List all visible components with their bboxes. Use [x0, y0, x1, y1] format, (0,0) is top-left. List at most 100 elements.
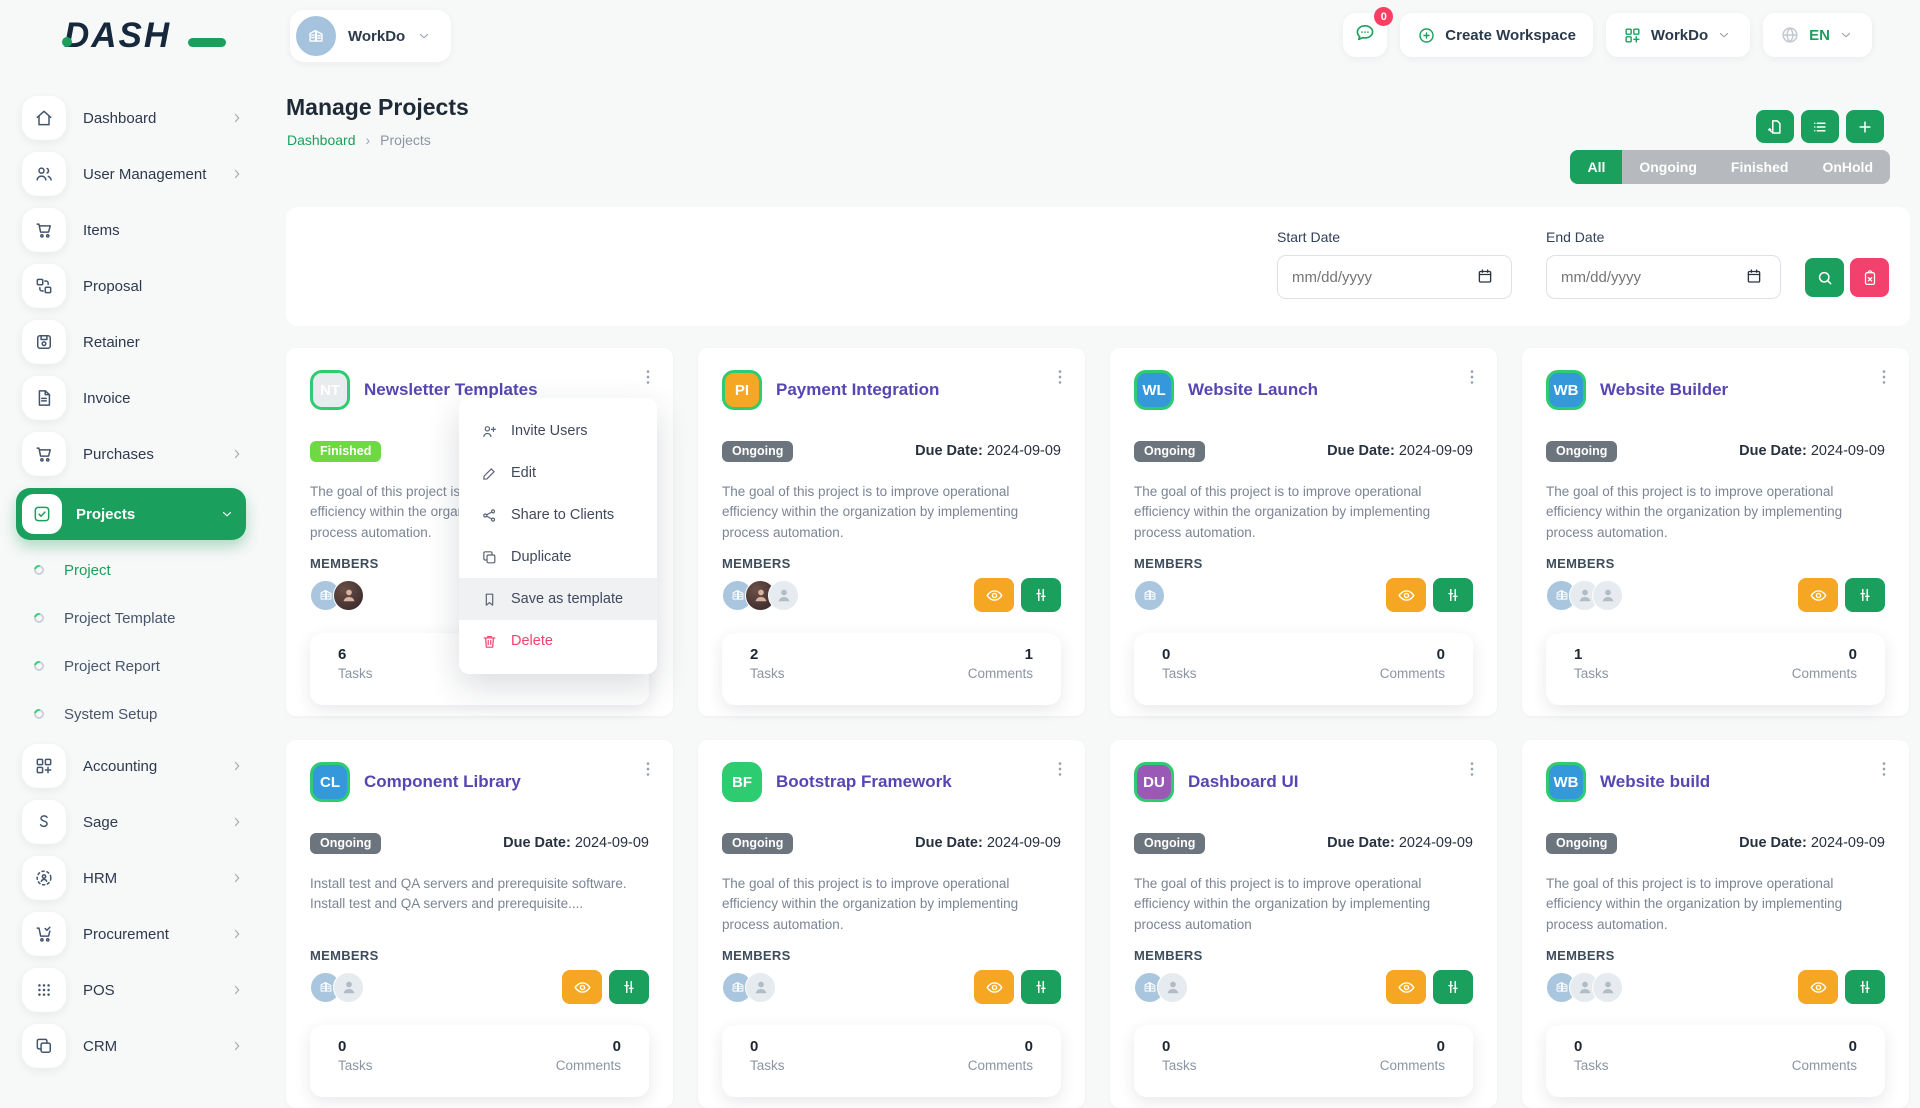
chevron-right-icon	[230, 111, 244, 125]
bullet-icon	[32, 611, 46, 625]
filter-tab-finished[interactable]: Finished	[1714, 150, 1806, 184]
sidebar-subitem-system-setup[interactable]: System Setup	[34, 694, 246, 734]
sidebar-submenu: Project Project Template Project Report Sys…	[0, 550, 260, 734]
progress-button[interactable]	[1021, 970, 1061, 1004]
project-title-link[interactable]: Website build	[1600, 772, 1710, 792]
progress-button[interactable]	[1845, 578, 1885, 612]
project-title-link[interactable]: Website Builder	[1600, 380, 1728, 400]
reset-filter-button[interactable]	[1850, 258, 1889, 297]
view-project-button[interactable]	[974, 970, 1014, 1004]
sidebar-subitem-project-report[interactable]: Project Report	[34, 646, 246, 686]
sidebar-item-label: Accounting	[83, 758, 230, 775]
sidebar-subitem-project[interactable]: Project	[34, 550, 246, 590]
menu-item-save-as-template[interactable]: Save as template	[459, 578, 657, 620]
project-description: Install test and QA servers and prerequi…	[310, 874, 649, 934]
sidebar-item-items[interactable]: Items	[22, 208, 246, 252]
create-workspace-button[interactable]: Create Workspace	[1400, 13, 1593, 57]
progress-button[interactable]	[1433, 578, 1473, 612]
plus-circle-icon	[1417, 26, 1436, 45]
comments-stat: 0Comments	[556, 1038, 621, 1097]
project-menu-button[interactable]	[1873, 364, 1895, 390]
project-title-link[interactable]: Bootstrap Framework	[776, 772, 952, 792]
messages-button[interactable]: 0	[1343, 13, 1387, 57]
workspace-switcher[interactable]: WorkDo	[290, 10, 451, 62]
language-dropdown[interactable]: EN	[1763, 13, 1872, 57]
sidebar-item-retainer[interactable]: Retainer	[22, 320, 246, 364]
sidebar-item-sage[interactable]: Sage	[22, 800, 246, 844]
member-avatars	[310, 972, 364, 1003]
progress-button[interactable]	[609, 970, 649, 1004]
menu-item-share-to-clients[interactable]: Share to Clients	[459, 494, 657, 536]
bullet-icon	[32, 563, 46, 577]
sidebar-item-dashboard[interactable]: Dashboard	[22, 96, 246, 140]
sidebar-item-pos[interactable]: POS	[22, 968, 246, 1012]
sidebar-item-user-management[interactable]: User Management	[22, 152, 246, 196]
sidebar-item-accounting[interactable]: Accounting	[22, 744, 246, 788]
project-card: WBWebsite buildOngoingDue Date: 2024-09-…	[1522, 740, 1909, 1108]
project-title-link[interactable]: Website Launch	[1188, 380, 1318, 400]
project-menu-button[interactable]	[1873, 756, 1895, 782]
sidebar-item-projects[interactable]: Projects	[16, 488, 246, 540]
progress-button[interactable]	[1021, 578, 1061, 612]
app-menu-dropdown[interactable]: WorkDo	[1606, 13, 1750, 57]
tasks-count: 0	[1162, 1038, 1197, 1055]
sidebar-item-proposal[interactable]: Proposal	[22, 264, 246, 308]
project-title-link[interactable]: Newsletter Templates	[364, 380, 538, 400]
view-project-button[interactable]	[1386, 578, 1426, 612]
view-project-button[interactable]	[1798, 578, 1838, 612]
template-button[interactable]	[1756, 110, 1794, 143]
member-avatar-placeholder	[768, 580, 799, 611]
project-menu-button[interactable]	[1049, 756, 1071, 782]
project-menu-button[interactable]	[1461, 756, 1483, 782]
search-button[interactable]	[1805, 258, 1844, 297]
chevron-down-icon	[220, 507, 234, 521]
comments-stat: 0Comments	[1792, 646, 1857, 705]
chevron-right-icon	[230, 447, 244, 461]
project-menu-button[interactable]	[637, 364, 659, 390]
progress-button[interactable]	[1433, 970, 1473, 1004]
sidebar-item-procurement[interactable]: Procurement	[22, 912, 246, 956]
project-title-link[interactable]: Payment Integration	[776, 380, 939, 400]
project-title-link[interactable]: Dashboard UI	[1188, 772, 1299, 792]
view-project-button[interactable]	[1386, 970, 1426, 1004]
project-menu-button[interactable]	[1049, 364, 1071, 390]
filter-tab-ongoing[interactable]: Ongoing	[1622, 150, 1714, 184]
list-view-button[interactable]	[1801, 110, 1839, 143]
tasks-label: Tasks	[1162, 1058, 1197, 1073]
sidebar-item-invoice[interactable]: Invoice	[22, 376, 246, 420]
add-project-button[interactable]	[1846, 110, 1884, 143]
project-description: The goal of this project is to improve o…	[1134, 482, 1473, 542]
progress-button[interactable]	[1845, 970, 1885, 1004]
member-avatars	[1134, 972, 1188, 1003]
comments-count: 0	[968, 1038, 1033, 1055]
menu-item-edit[interactable]: Edit	[459, 452, 657, 494]
sidebar-item-purchases[interactable]: Purchases	[22, 432, 246, 476]
tasks-stat: 0Tasks	[1574, 1038, 1609, 1097]
comments-stat: 0Comments	[968, 1038, 1033, 1097]
hrm-icon	[22, 856, 66, 900]
view-project-button[interactable]	[1798, 970, 1838, 1004]
start-date-input[interactable]	[1277, 255, 1512, 299]
comments-count: 0	[1380, 1038, 1445, 1055]
view-project-button[interactable]	[974, 578, 1014, 612]
sidebar-item-hrm[interactable]: HRM	[22, 856, 246, 900]
chevron-down-icon	[417, 29, 431, 43]
view-project-button[interactable]	[562, 970, 602, 1004]
filter-tab-onhold[interactable]: OnHold	[1805, 150, 1890, 184]
menu-item-invite-users[interactable]: Invite Users	[459, 410, 657, 452]
sidebar-subitem-project-template[interactable]: Project Template	[34, 598, 246, 638]
filter-tab-all[interactable]: All	[1570, 150, 1622, 184]
project-menu-button[interactable]	[637, 756, 659, 782]
project-menu-button[interactable]	[1461, 364, 1483, 390]
end-date-input[interactable]	[1546, 255, 1781, 299]
project-title-link[interactable]: Component Library	[364, 772, 521, 792]
tasks-label: Tasks	[338, 666, 373, 681]
chevron-down-icon	[1839, 28, 1853, 42]
sidebar-item-label: Procurement	[83, 926, 230, 943]
menu-item-delete[interactable]: Delete	[459, 620, 657, 662]
app-logo[interactable]: DASH	[64, 16, 214, 56]
menu-item-duplicate[interactable]: Duplicate	[459, 536, 657, 578]
sidebar: Dashboard User Management Items Proposal Ret…	[0, 72, 260, 1080]
breadcrumb-dashboard-link[interactable]: Dashboard	[287, 132, 356, 148]
sidebar-item-crm[interactable]: CRM	[22, 1024, 246, 1068]
